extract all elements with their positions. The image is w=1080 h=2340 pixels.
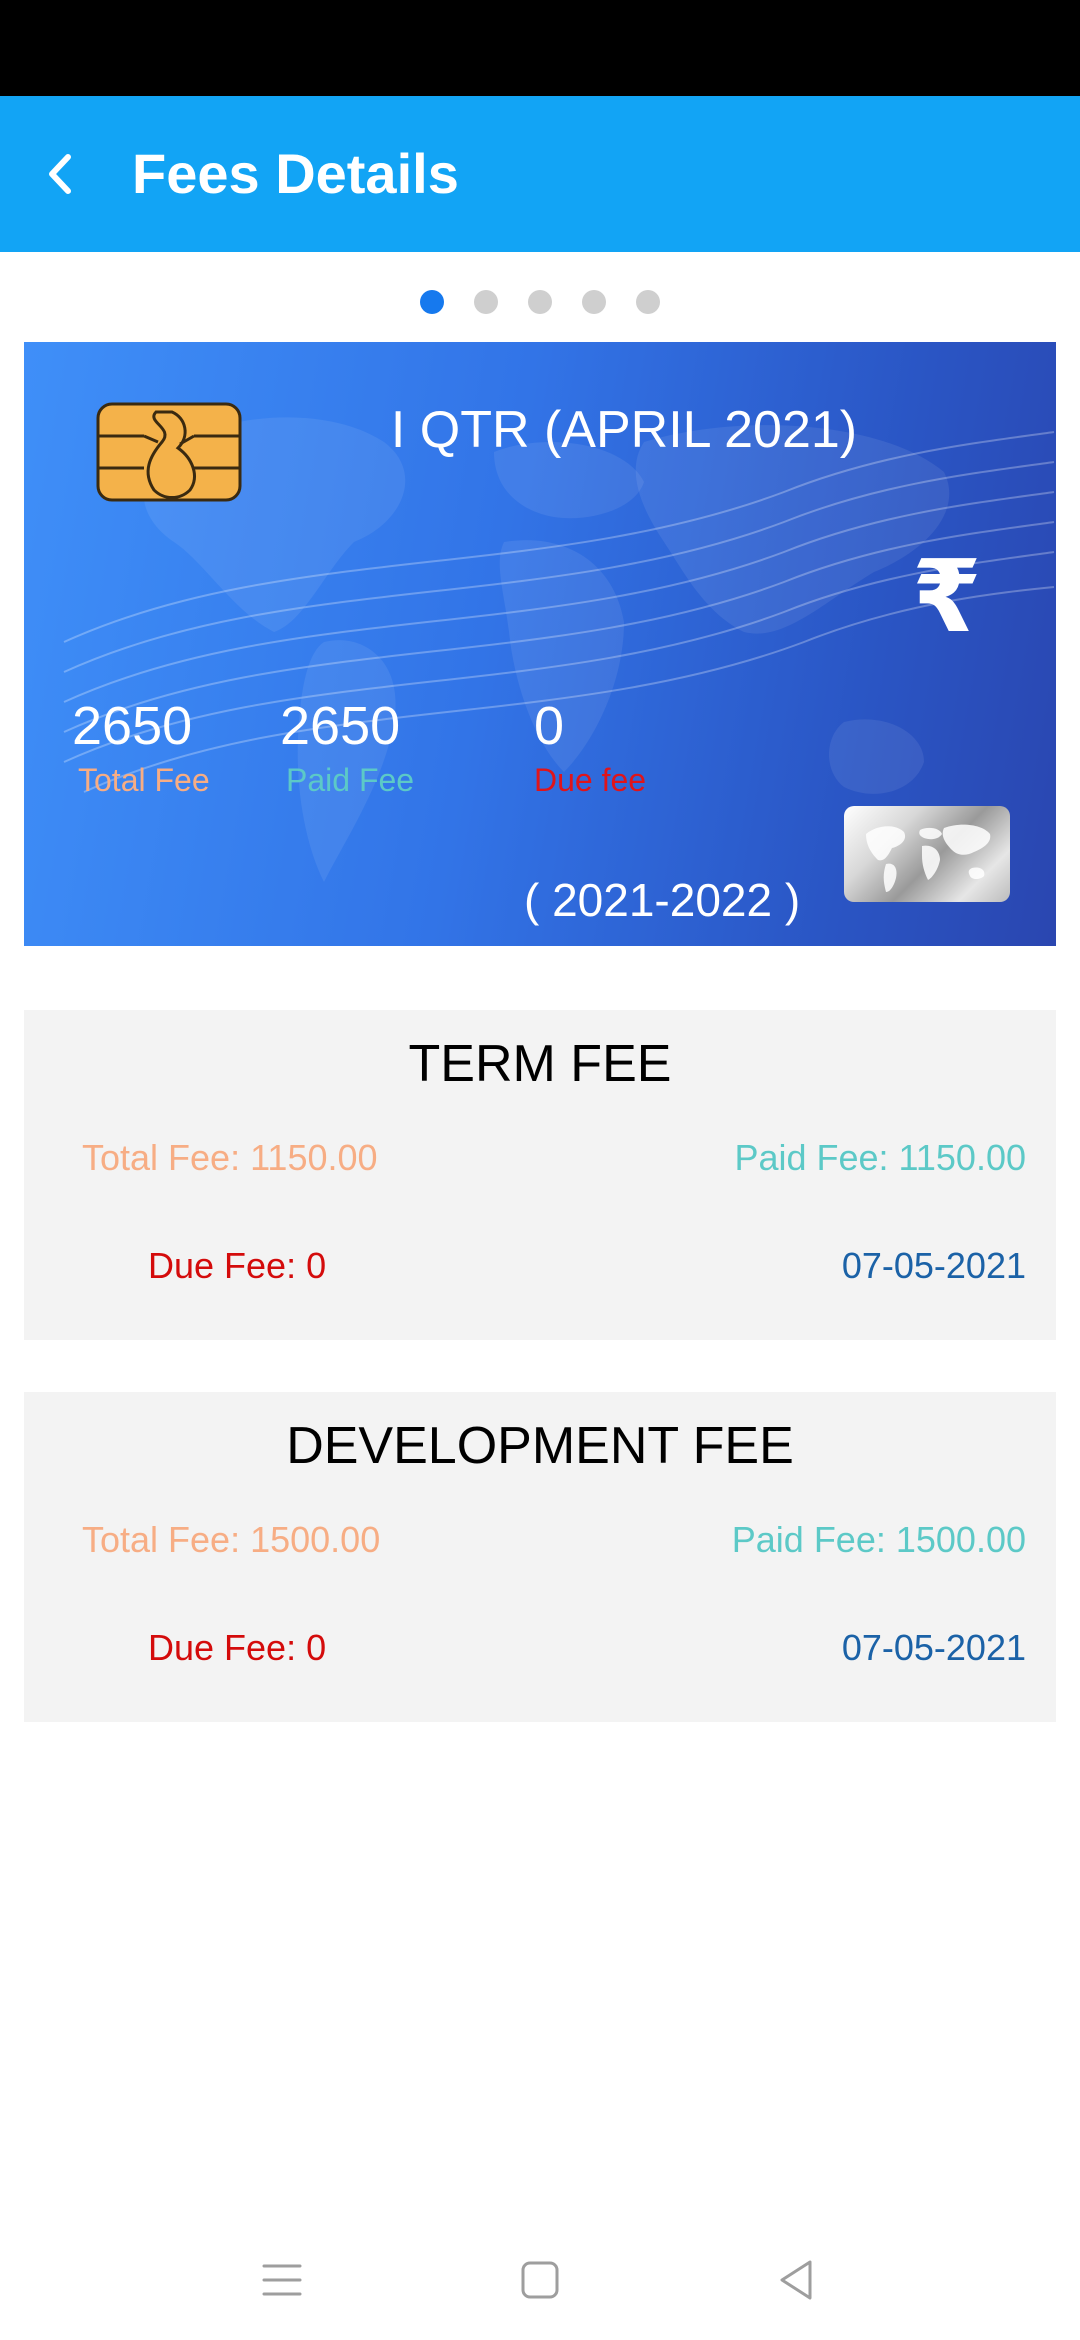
card-total-fee-label: Total Fee xyxy=(78,762,210,798)
sim-chip-icon xyxy=(96,402,242,502)
section-total-fee: Total Fee: 1150.00 xyxy=(82,1137,378,1178)
card-paid-fee: 2650 Paid Fee xyxy=(280,694,414,800)
fee-summary-card[interactable]: I QTR (APRIL 2021) ₹ 2650 Total Fee 2650… xyxy=(24,342,1056,946)
status-bar xyxy=(0,0,1080,96)
chevron-left-icon xyxy=(49,154,71,194)
section-due-fee: Due Fee: 0 xyxy=(148,1245,327,1286)
card-total-fee-value: 2650 xyxy=(72,696,193,756)
card-quarter-title: I QTR (APRIL 2021) xyxy=(390,401,858,459)
page-dot-4[interactable] xyxy=(582,290,606,314)
section-payment-date: 07-05-2021 xyxy=(841,1627,1026,1668)
back-triangle-icon xyxy=(780,2260,812,2300)
nav-menu-button[interactable] xyxy=(246,2244,318,2316)
section-paid-fee: Paid Fee: 1150.00 xyxy=(734,1137,1026,1178)
app-bar: Fees Details xyxy=(0,96,1080,252)
section-paid-fee: Paid Fee: 1500.00 xyxy=(731,1519,1026,1560)
menu-icon xyxy=(262,2264,302,2296)
page-dot-5[interactable] xyxy=(636,290,660,314)
home-square-icon xyxy=(521,2261,559,2299)
card-paid-fee-value: 2650 xyxy=(280,696,401,756)
section-payment-date: 07-05-2021 xyxy=(841,1245,1026,1286)
section-total-fee: Total Fee: 1500.00 xyxy=(82,1519,381,1560)
page-dot-3[interactable] xyxy=(528,290,552,314)
section-title: DEVELOPMENT FEE xyxy=(286,1417,794,1475)
system-navigation-bar xyxy=(0,2220,1080,2340)
world-map-card-icon xyxy=(844,806,1010,902)
development-fee-section[interactable]: DEVELOPMENT FEE Total Fee: 1500.00 Paid … xyxy=(24,1392,1056,1722)
page-dot-2[interactable] xyxy=(474,290,498,314)
card-total-fee: 2650 Total Fee xyxy=(72,694,210,800)
term-fee-section[interactable]: TERM FEE Total Fee: 1150.00 Paid Fee: 11… xyxy=(24,1010,1056,1340)
card-paid-fee-label: Paid Fee xyxy=(286,762,415,798)
page-dot-1[interactable] xyxy=(420,290,444,314)
page-indicator xyxy=(0,286,1080,318)
nav-home-button[interactable] xyxy=(504,2244,576,2316)
section-due-fee: Due Fee: 0 xyxy=(148,1627,327,1668)
section-title: TERM FEE xyxy=(408,1035,672,1093)
card-due-fee-value: 0 xyxy=(534,696,565,756)
card-due-fee-label: Due fee xyxy=(534,762,647,798)
nav-back-button[interactable] xyxy=(760,2244,832,2316)
page-title: Fees Details xyxy=(132,142,459,205)
world-map-glyph xyxy=(866,824,991,892)
card-academic-year: ( 2021-2022 ) xyxy=(524,874,801,926)
back-button[interactable] xyxy=(20,134,100,214)
rupee-icon: ₹ xyxy=(912,541,982,653)
card-due-fee: 0 Due fee xyxy=(534,694,646,800)
